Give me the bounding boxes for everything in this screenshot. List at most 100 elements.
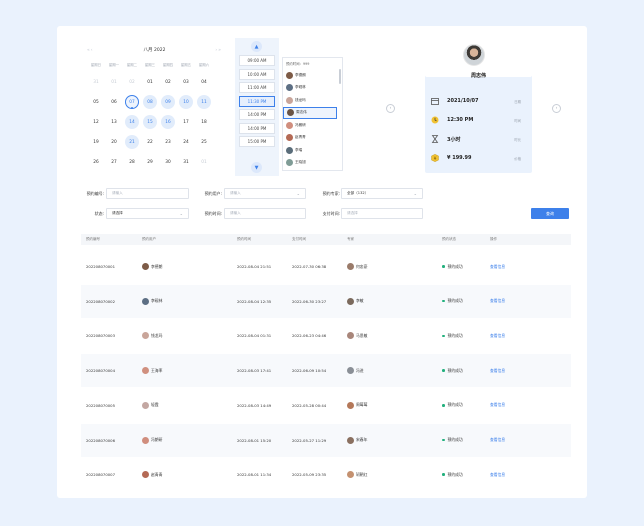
time-slot[interactable]: 11:00 AM — [239, 82, 275, 93]
expert-list-item[interactable]: 钱龙玛 — [283, 94, 337, 107]
scrollbar[interactable] — [339, 69, 341, 84]
calendar-day[interactable]: 13 — [105, 112, 123, 132]
expert-select[interactable]: 全部（132） ⌄ — [341, 188, 423, 199]
booking-time-cell: 2022-08-03 14:49 — [237, 402, 272, 408]
booking-id-cell: 202208070001 — [86, 264, 115, 269]
view-info-link[interactable]: 查看信息 — [490, 333, 505, 339]
calendar-day[interactable]: 01 — [141, 72, 159, 92]
status-dot-icon — [442, 265, 445, 268]
avatar — [347, 401, 354, 409]
booking-id-input[interactable]: 请输入 — [106, 188, 189, 199]
expert-list-item[interactable]: 李砚林 — [283, 82, 337, 95]
calendar-day[interactable]: 27 — [105, 152, 123, 172]
status-cell: 预约成功 — [442, 424, 463, 457]
expert-list-item[interactable]: 周志伟 — [283, 106, 337, 119]
view-info-link[interactable]: 查看信息 — [490, 298, 505, 304]
time-slot[interactable]: 11:30 PM — [239, 95, 275, 107]
calendar-day[interactable]: 12 — [87, 112, 105, 132]
view-info-link[interactable]: 查看信息 — [490, 472, 505, 478]
time-slot[interactable]: 15:00 PM — [239, 136, 275, 147]
table-header-cell: 专家 — [347, 237, 354, 241]
table-row: 202208070006 冯朗研 2022-08-01 15:20 2022-05-2… — [81, 423, 571, 457]
status-cell: 预约成功 — [442, 389, 463, 422]
scroll-down-icon[interactable]: ▼ — [251, 162, 262, 173]
calendar-day[interactable]: 25 — [195, 132, 213, 152]
calendar-day[interactable]: 17 — [177, 112, 195, 132]
calendar-day[interactable]: 05 — [87, 92, 105, 112]
avatar — [142, 401, 149, 409]
time-slot[interactable]: 14:00 PM — [239, 109, 275, 120]
user-cell: 王海率 — [142, 354, 162, 387]
status-select[interactable]: 请选择 ⌄ — [106, 208, 189, 219]
calendar-day-number: 04 — [201, 79, 207, 85]
expert-name: 轲朝红 — [356, 471, 368, 477]
expert-list-item[interactable]: 赵青青 — [283, 132, 337, 145]
expert-list-name: 周志伟 — [296, 110, 307, 115]
next-icon[interactable]: › — [552, 104, 561, 113]
next-month-icon[interactable]: ›» — [215, 48, 222, 53]
hourglass-icon — [431, 135, 439, 143]
prev-month-icon[interactable]: «‹ — [87, 48, 94, 53]
calendar-day-number: 24 — [183, 139, 189, 145]
calendar-day: 01 — [105, 72, 123, 92]
payment-time-input[interactable]: 请选择 — [341, 208, 423, 219]
calendar-day[interactable]: 31 — [177, 152, 195, 172]
status-cell: 预约成功 — [442, 250, 463, 283]
calendar-day[interactable]: 24 — [177, 132, 195, 152]
table-header-cell: 支付时间 — [292, 237, 306, 241]
table-header-cell: 预约时间 — [237, 237, 251, 241]
calendar-day[interactable]: 28 — [123, 152, 141, 172]
view-info-link[interactable]: 查看信息 — [490, 402, 505, 408]
calendar-day[interactable]: 30 — [159, 152, 177, 172]
user-name: 轻霞 — [151, 402, 159, 408]
expert-list-name: 李瑞 — [295, 147, 303, 152]
time-slot[interactable]: 09:00 AM — [239, 55, 275, 66]
booking-time-cell: 2022-08-01 11:34 — [237, 472, 272, 478]
table-header-cell: 操作 — [490, 237, 497, 241]
calendar-day[interactable]: 07 — [123, 92, 141, 112]
calendar-day[interactable]: 02 — [159, 72, 177, 92]
expert-list-item[interactable]: 李德朗 — [283, 69, 337, 82]
calendar-day[interactable]: 20 — [105, 132, 123, 152]
prev-icon[interactable]: ‹ — [386, 104, 395, 113]
calendar-day[interactable]: 14 — [123, 112, 141, 132]
expert-list-item[interactable]: 冯朗研 — [283, 119, 337, 132]
expert-cell: 冯进 — [347, 354, 364, 387]
scroll-up-icon[interactable]: ▲ — [251, 41, 262, 52]
user-select[interactable]: 请输入 ⌄ — [224, 188, 306, 199]
calendar-day[interactable]: 06 — [105, 92, 123, 112]
view-info-link[interactable]: 查看信息 — [490, 264, 505, 270]
calendar-day[interactable]: 23 — [159, 132, 177, 152]
query-button[interactable]: 查询 — [531, 208, 569, 219]
calendar-day[interactable]: 15 — [141, 112, 159, 132]
user-cell: 钱龙玛 — [142, 319, 162, 352]
calendar-day[interactable]: 16 — [159, 112, 177, 132]
expert-list-item[interactable]: 王晓旭 — [283, 157, 337, 170]
calendar-day[interactable]: 09 — [159, 92, 177, 112]
time-slot[interactable]: 10:00 AM — [239, 68, 275, 80]
calendar-day[interactable]: 26 — [87, 152, 105, 172]
detail-price-row: ¥ ¥ 199.99 价格 — [431, 153, 521, 163]
calendar-day[interactable]: 10 — [177, 92, 195, 112]
status-text: 预约成功 — [447, 367, 463, 373]
calendar-day[interactable]: 08 — [141, 92, 159, 112]
expert-avatar — [463, 44, 485, 66]
calendar-day[interactable]: 04 — [195, 72, 213, 92]
calendar-day[interactable]: 18 — [195, 112, 213, 132]
booking-time-cell: 2022-08-03 17:41 — [237, 368, 272, 374]
status-dot-icon — [442, 404, 445, 407]
view-info-link[interactable]: 查看信息 — [490, 437, 505, 443]
booking-time-input[interactable]: 请输入 — [224, 208, 306, 219]
calendar-day[interactable]: 22 — [141, 132, 159, 152]
expert-list-item[interactable]: 李瑞 — [283, 144, 337, 157]
calendar-day-number: 08 — [143, 95, 157, 109]
calendar-day[interactable]: 21 — [123, 132, 141, 152]
time-slot[interactable]: 14:00 PM — [239, 122, 275, 134]
calendar-day[interactable]: 11 — [195, 92, 213, 112]
expert-cell: 何忠豪 — [347, 250, 367, 283]
view-info-link[interactable]: 查看信息 — [490, 368, 505, 374]
expert-name: 马思敏 — [356, 332, 368, 338]
calendar-day[interactable]: 29 — [141, 152, 159, 172]
calendar-day[interactable]: 19 — [87, 132, 105, 152]
calendar-day[interactable]: 03 — [177, 72, 195, 92]
